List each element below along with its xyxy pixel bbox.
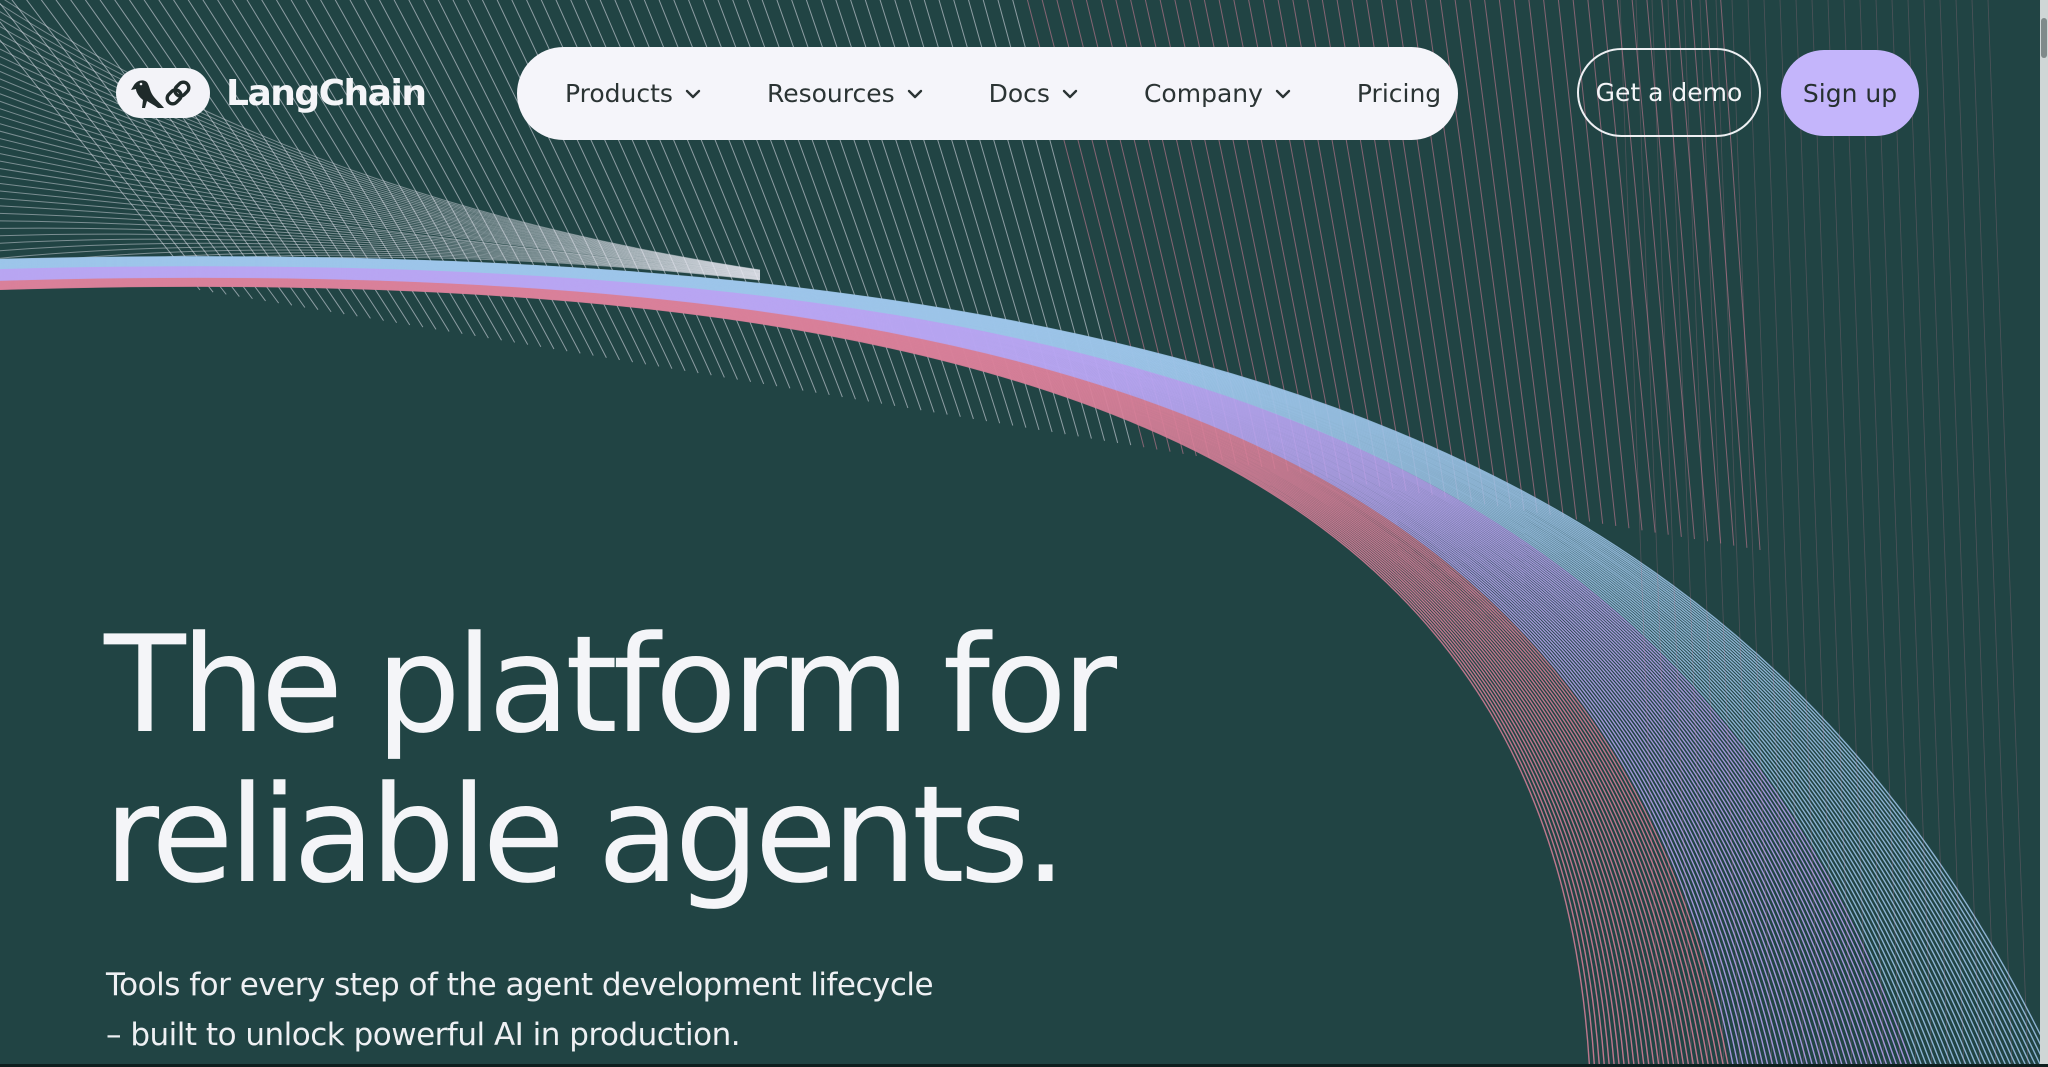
nav-item-docs[interactable]: Docs bbox=[989, 47, 1080, 140]
nav-item-label: Products bbox=[565, 79, 673, 108]
logo-wordmark: LangChain bbox=[226, 72, 427, 114]
nav-item-products[interactable]: Products bbox=[565, 47, 703, 140]
sign-up-button[interactable]: Sign up bbox=[1781, 50, 1919, 136]
logo-badge bbox=[116, 68, 210, 118]
main-nav: Products Resources Docs Company Pricing bbox=[517, 47, 1458, 140]
chevron-down-icon bbox=[1273, 84, 1293, 104]
nav-item-label: Docs bbox=[988, 79, 1050, 108]
hero-subtitle: Tools for every step of the agent develo… bbox=[106, 960, 934, 1060]
nav-item-resources[interactable]: Resources bbox=[767, 47, 925, 140]
get-a-demo-button[interactable]: Get a demo bbox=[1577, 48, 1761, 137]
nav-item-label: Company bbox=[1143, 79, 1263, 108]
hero-headline-line: The platform for bbox=[104, 607, 1117, 763]
hero-headline-line: reliable agents. bbox=[104, 757, 1067, 913]
chevron-down-icon bbox=[1060, 84, 1080, 104]
nav-item-label: Resources bbox=[766, 79, 895, 108]
landing-page: LangChain Products Resources Docs Compan… bbox=[0, 0, 2048, 1067]
parrot-and-chain-link-icon bbox=[131, 80, 191, 108]
nav-item-label: Pricing bbox=[1356, 79, 1442, 108]
nav-item-company[interactable]: Company bbox=[1144, 47, 1293, 140]
scrollbar-thumb[interactable] bbox=[2041, 18, 2047, 58]
hero-subtitle-line: – built to unlock powerful AI in product… bbox=[106, 1017, 741, 1053]
chevron-down-icon bbox=[683, 84, 703, 104]
nav-item-pricing[interactable]: Pricing bbox=[1357, 47, 1441, 140]
hero-subtitle-line: Tools for every step of the agent develo… bbox=[106, 967, 934, 1003]
hero-headline: The platform for reliable agents. bbox=[104, 607, 1117, 913]
chevron-down-icon bbox=[905, 84, 925, 104]
page-scrollbar[interactable] bbox=[2040, 0, 2048, 1067]
langchain-logo[interactable]: LangChain bbox=[116, 68, 427, 118]
